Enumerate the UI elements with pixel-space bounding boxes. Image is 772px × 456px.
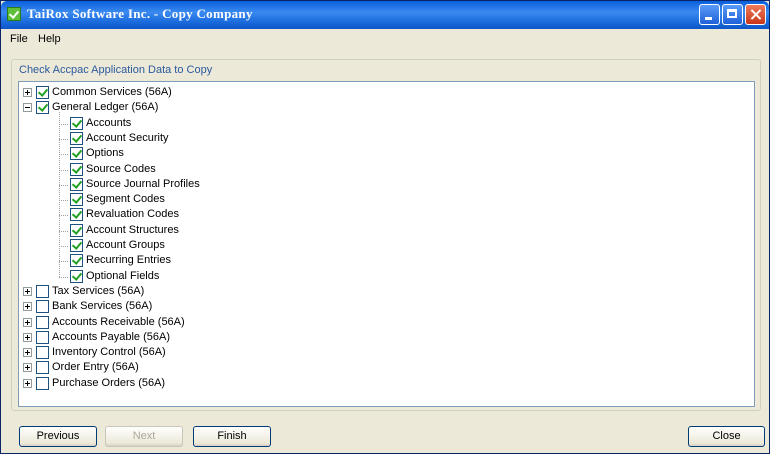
tree-item-label: Account Security xyxy=(86,131,169,144)
tree-item-label: Options xyxy=(86,147,124,160)
tree-item-label: Common Services (56A) xyxy=(52,86,172,98)
tree-checkbox[interactable] xyxy=(36,330,49,344)
tree-item-label: Order Entry (56A) xyxy=(52,361,139,374)
tree-item-label: Revaluation Codes xyxy=(86,208,179,221)
tree-item-gl-account-structures[interactable]: Account Structures xyxy=(19,223,719,238)
tree-item-label: Account Groups xyxy=(86,239,165,251)
tree-checkbox[interactable] xyxy=(36,361,49,375)
tree-guide-line xyxy=(59,276,68,278)
tree-item-tax-services[interactable]: Tax Services (56A) xyxy=(19,284,719,299)
tree-item-gl-account-groups[interactable]: Account Groups xyxy=(19,238,719,253)
expand-plus-icon[interactable] xyxy=(23,88,32,97)
tree-guide-line xyxy=(59,169,68,171)
minimize-icon[interactable] xyxy=(699,4,720,25)
tree-checkbox[interactable] xyxy=(70,131,83,145)
tree-item-inventory-control[interactable]: Inventory Control (56A) xyxy=(19,345,719,360)
tree-item-label: Account Structures xyxy=(86,223,179,236)
tree-item-gl-options[interactable]: Options xyxy=(19,146,719,161)
tree-item-label: Accounts xyxy=(86,116,132,129)
tree-checkbox[interactable] xyxy=(70,208,83,222)
tree-item-gl-source-journal-profiles[interactable]: Source Journal Profiles xyxy=(19,177,719,192)
close-button[interactable]: Close xyxy=(688,426,765,447)
tree-guide-line xyxy=(59,154,68,156)
close-icon[interactable] xyxy=(745,4,766,25)
tree-checkbox[interactable] xyxy=(36,346,49,360)
tree-item-general-ledger[interactable]: General Ledger (56A) xyxy=(19,100,719,115)
tree-checkbox[interactable] xyxy=(36,315,49,329)
tree-item-label: Recurring Entries xyxy=(86,254,171,267)
menu-file[interactable]: File xyxy=(10,33,28,45)
tree-checkbox[interactable] xyxy=(70,254,83,268)
tree-item-order-entry[interactable]: Order Entry (56A) xyxy=(19,360,719,375)
tree-item-bank-services[interactable]: Bank Services (56A) xyxy=(19,299,719,314)
tree-item-label: Source Journal Profiles xyxy=(86,177,200,190)
tree-guide-line xyxy=(59,123,68,125)
expand-plus-icon[interactable] xyxy=(23,378,32,388)
tree-checkbox[interactable] xyxy=(36,376,49,390)
tree-checkbox[interactable] xyxy=(70,269,83,283)
tree-item-gl-segment-codes[interactable]: Segment Codes xyxy=(19,192,719,207)
tree-item-common-services[interactable]: Common Services (56A) xyxy=(19,85,719,100)
app-check-icon xyxy=(7,7,21,21)
tree-checkbox[interactable] xyxy=(36,86,49,99)
tree-checkbox[interactable] xyxy=(36,300,49,314)
menu-help[interactable]: Help xyxy=(38,33,61,45)
tree-guide-line xyxy=(59,261,68,263)
expand-plus-icon[interactable] xyxy=(23,363,32,373)
tree-item-accounts-receivable[interactable]: Accounts Receivable (56A) xyxy=(19,315,719,330)
tree-item-label: Inventory Control (56A) xyxy=(52,346,166,359)
tree-guide-line xyxy=(59,246,68,247)
tree-item-label: Purchase Orders (56A) xyxy=(52,376,166,389)
tree-item-label: Accounts Receivable (56A) xyxy=(52,315,185,328)
tree-item-purchase-orders[interactable]: Purchase Orders (56A) xyxy=(19,376,719,391)
tree-item-gl-account-security[interactable]: Account Security xyxy=(19,131,719,146)
maximize-icon[interactable] xyxy=(722,4,743,25)
tree-checkbox[interactable] xyxy=(70,162,83,176)
tree-item-gl-source-codes[interactable]: Source Codes xyxy=(19,162,719,177)
tree-item-gl-optional-fields[interactable]: Optional Fields xyxy=(19,269,719,284)
expand-plus-icon[interactable] xyxy=(23,286,32,296)
tree-item-label: Source Codes xyxy=(86,162,156,175)
group-label: Check Accpac Application Data to Copy xyxy=(19,64,213,76)
tree-item-label: Optional Fields xyxy=(86,269,160,282)
menu-bar: File Help xyxy=(1,29,769,49)
expand-plus-icon[interactable] xyxy=(23,317,32,327)
expand-plus-icon[interactable] xyxy=(23,348,32,358)
tree-item-label: Segment Codes xyxy=(86,193,165,206)
tree-item-gl-recurring-entries[interactable]: Recurring Entries xyxy=(19,253,719,268)
expand-plus-icon[interactable] xyxy=(23,302,32,312)
tree-checkbox[interactable] xyxy=(36,101,49,115)
tree-guide-line xyxy=(59,200,68,202)
copy-company-window: TaiRox Software Inc. - Copy Company File… xyxy=(0,0,770,454)
tree-guide-line xyxy=(59,138,68,140)
window-title: TaiRox Software Inc. - Copy Company xyxy=(27,6,253,21)
title-bar[interactable]: TaiRox Software Inc. - Copy Company xyxy=(1,1,769,29)
tree-item-label: Bank Services (56A) xyxy=(52,300,153,313)
next-button[interactable]: Next xyxy=(105,426,183,447)
tree-checkbox[interactable] xyxy=(70,177,83,191)
tree-checkbox[interactable] xyxy=(70,239,83,252)
tree-guide-line xyxy=(59,230,68,232)
tree-item-label: Accounts Payable (56A) xyxy=(52,330,171,343)
tree-guide-line xyxy=(59,184,68,186)
collapse-minus-icon[interactable] xyxy=(23,103,32,113)
tree-checkbox[interactable] xyxy=(70,147,83,161)
tree-checkbox[interactable] xyxy=(70,223,83,237)
previous-button[interactable]: Previous xyxy=(19,426,97,447)
expand-plus-icon[interactable] xyxy=(23,332,32,342)
tree-item-label: General Ledger (56A) xyxy=(52,101,159,114)
tree-guide-line xyxy=(59,112,60,277)
tree-checkbox[interactable] xyxy=(36,284,49,298)
tree-checkbox[interactable] xyxy=(70,193,83,207)
tree-item-gl-revaluation-codes[interactable]: Revaluation Codes xyxy=(19,207,719,222)
tree-item-accounts-payable[interactable]: Accounts Payable (56A) xyxy=(19,330,719,345)
tree-item-gl-accounts[interactable]: Accounts xyxy=(19,116,719,131)
application-tree[interactable]: Common Services (56A) General Ledger (56A… xyxy=(18,81,755,407)
finish-button[interactable]: Finish xyxy=(193,426,271,447)
tree-guide-line xyxy=(59,215,68,217)
tree-checkbox[interactable] xyxy=(70,116,83,130)
tree-item-label: Tax Services (56A) xyxy=(52,284,145,297)
